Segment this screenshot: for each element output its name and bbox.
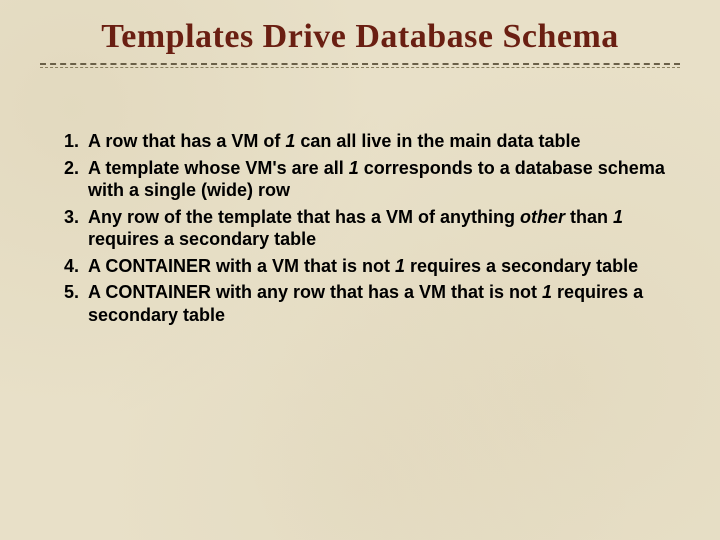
list-text: than: [565, 207, 613, 227]
list-text-em: 1: [285, 131, 295, 151]
list-item: A template whose VM's are all 1 correspo…: [84, 157, 670, 202]
list-item: A CONTAINER with any row that has a VM t…: [84, 281, 670, 326]
list-text-em: 1: [349, 158, 359, 178]
list-text: A CONTAINER with a VM that is not: [88, 256, 395, 276]
list-text-em: other: [520, 207, 565, 227]
list-text-em: 1: [542, 282, 552, 302]
list-text-em: 1: [395, 256, 405, 276]
list-item: Any row of the template that has a VM of…: [84, 206, 670, 251]
list-item: A row that has a VM of 1 can all live in…: [84, 130, 670, 153]
list-text: A template whose VM's are all: [88, 158, 349, 178]
list-text: A row that has a VM of: [88, 131, 285, 151]
slide-title: Templates Drive Database Schema: [40, 18, 680, 56]
list-text: requires a secondary table: [88, 229, 316, 249]
list-text: Any row of the template that has a VM of…: [88, 207, 520, 227]
list-text: can all live in the main data table: [295, 131, 580, 151]
title-divider: [40, 62, 680, 70]
slide: Templates Drive Database Schema A row th…: [0, 0, 720, 540]
bullet-list: A row that has a VM of 1 can all live in…: [40, 130, 680, 326]
list-item: A CONTAINER with a VM that is not 1 requ…: [84, 255, 670, 278]
list-text: requires a secondary table: [405, 256, 638, 276]
list-text-em: 1: [613, 207, 623, 227]
list-text: A CONTAINER with any row that has a VM t…: [88, 282, 542, 302]
